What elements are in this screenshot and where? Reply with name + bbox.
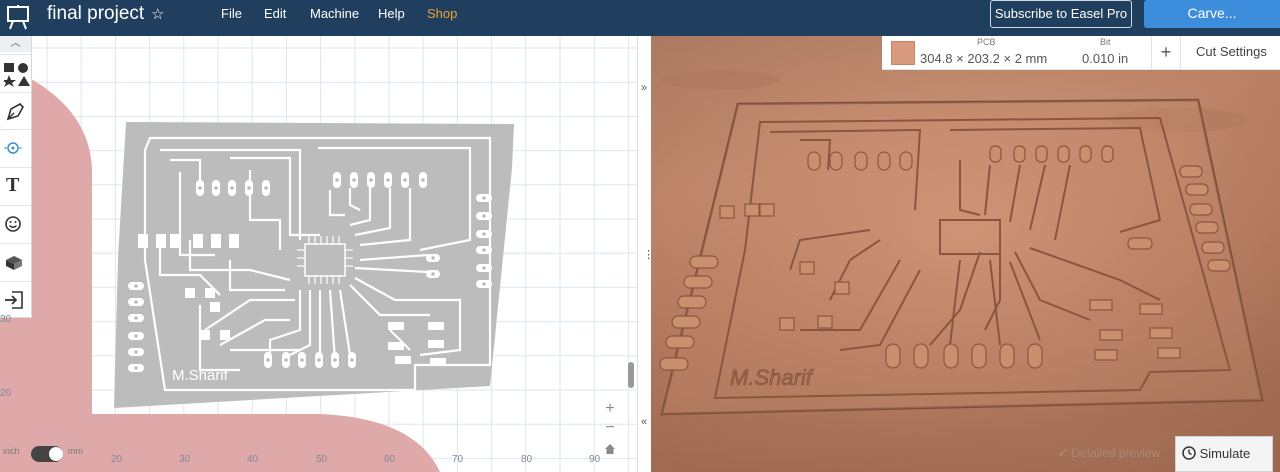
- expand-left-icon[interactable]: «: [641, 416, 647, 428]
- material-swatch[interactable]: [891, 41, 915, 65]
- expand-right-icon[interactable]: »: [641, 82, 647, 94]
- clock-icon: [1182, 446, 1196, 460]
- pen-icon: [6, 103, 24, 121]
- material-info-bar: PCB 304.8 × 203.2 × 2 mm Bit 0.010 in + …: [882, 36, 1280, 70]
- carve-button[interactable]: Carve...: [1144, 0, 1280, 28]
- material-size[interactable]: 304.8 × 203.2 × 2 mm: [920, 51, 1047, 66]
- menu-help[interactable]: Help: [378, 6, 405, 22]
- unit-switcher: inch mm: [0, 444, 92, 464]
- menu-file[interactable]: File: [221, 6, 242, 22]
- detailed-preview-label: Detailed preview: [1071, 446, 1161, 460]
- preview-render: M.Sharif: [651, 36, 1280, 472]
- carve-preview[interactable]: M.Sharif: [651, 36, 1280, 472]
- target-tool[interactable]: [0, 129, 31, 163]
- bit-value[interactable]: 0.010 in: [1082, 51, 1128, 66]
- text-icon: T: [6, 174, 20, 196]
- simulate-button[interactable]: Simulate: [1175, 436, 1273, 472]
- x-tick-label: 80: [521, 454, 533, 465]
- zoom-controls: + −: [600, 400, 620, 464]
- x-tick-label: 50: [316, 454, 328, 465]
- engraved-text: M.Sharif: [730, 365, 815, 390]
- 3d-box-icon: [6, 256, 22, 270]
- unit-inch-label[interactable]: inch: [3, 446, 20, 456]
- zoom-in-button[interactable]: +: [600, 400, 620, 418]
- project-title[interactable]: final project: [47, 2, 144, 26]
- menu-shop[interactable]: Shop: [427, 6, 457, 22]
- icon-library-tool[interactable]: [0, 205, 31, 239]
- simulate-label: Simulate: [1199, 446, 1251, 461]
- canvas-scrollbar[interactable]: [628, 362, 634, 388]
- subscribe-button[interactable]: Subscribe to Easel Pro: [990, 0, 1132, 28]
- star-outline-icon[interactable]: ☆: [151, 5, 164, 23]
- x-tick-label: 40: [247, 454, 259, 465]
- y-tick-label: 30: [0, 314, 12, 325]
- x-tick-label: 60: [384, 454, 396, 465]
- top-bar: final project ☆ File Edit Machine Help S…: [0, 0, 1280, 36]
- cut-settings-button[interactable]: Cut Settings: [1196, 44, 1267, 59]
- panel-divider[interactable]: » ⋮ «: [637, 36, 654, 472]
- menu-machine[interactable]: Machine: [310, 6, 359, 22]
- y-tick-label: 20: [0, 388, 12, 399]
- menu-edit[interactable]: Edit: [264, 6, 286, 22]
- home-icon[interactable]: [600, 440, 620, 458]
- smiley-icon: [5, 216, 21, 232]
- text-tool[interactable]: T: [0, 167, 31, 201]
- import-tool[interactable]: [0, 281, 31, 315]
- x-tick-label: 30: [179, 454, 191, 465]
- add-bit-button[interactable]: +: [1151, 36, 1181, 70]
- detailed-preview-toggle[interactable]: ✔ Detailed preview: [1058, 446, 1160, 460]
- x-tick-label: 90: [589, 454, 601, 465]
- x-tick-label: 20: [111, 454, 123, 465]
- shapes-tool[interactable]: [0, 54, 31, 88]
- check-icon: ✔: [1058, 446, 1072, 460]
- target-icon: [4, 142, 22, 154]
- design-canvas[interactable]: M.Sharif: [0, 36, 637, 472]
- 3d-models-tool[interactable]: [0, 243, 31, 277]
- zoom-out-button[interactable]: −: [600, 419, 620, 437]
- design-text: M.Sharif: [172, 367, 229, 384]
- pen-tool[interactable]: [0, 92, 31, 126]
- canvas-grid: M.Sharif: [0, 36, 637, 472]
- chevron-up-icon[interactable]: ︿: [0, 36, 31, 52]
- shapes-icon: [4, 63, 30, 87]
- bit-label: Bit: [1100, 37, 1111, 47]
- unit-mm-label[interactable]: mm: [68, 446, 83, 456]
- import-icon: [5, 291, 23, 309]
- tool-bar: ︿ T: [0, 36, 32, 318]
- x-tick-label: 70: [452, 454, 464, 465]
- unit-toggle-knob[interactable]: [49, 447, 63, 461]
- material-label: PCB: [977, 37, 996, 47]
- easel-logo-icon[interactable]: [6, 4, 30, 30]
- pcb-design[interactable]: M.Sharif: [114, 122, 514, 408]
